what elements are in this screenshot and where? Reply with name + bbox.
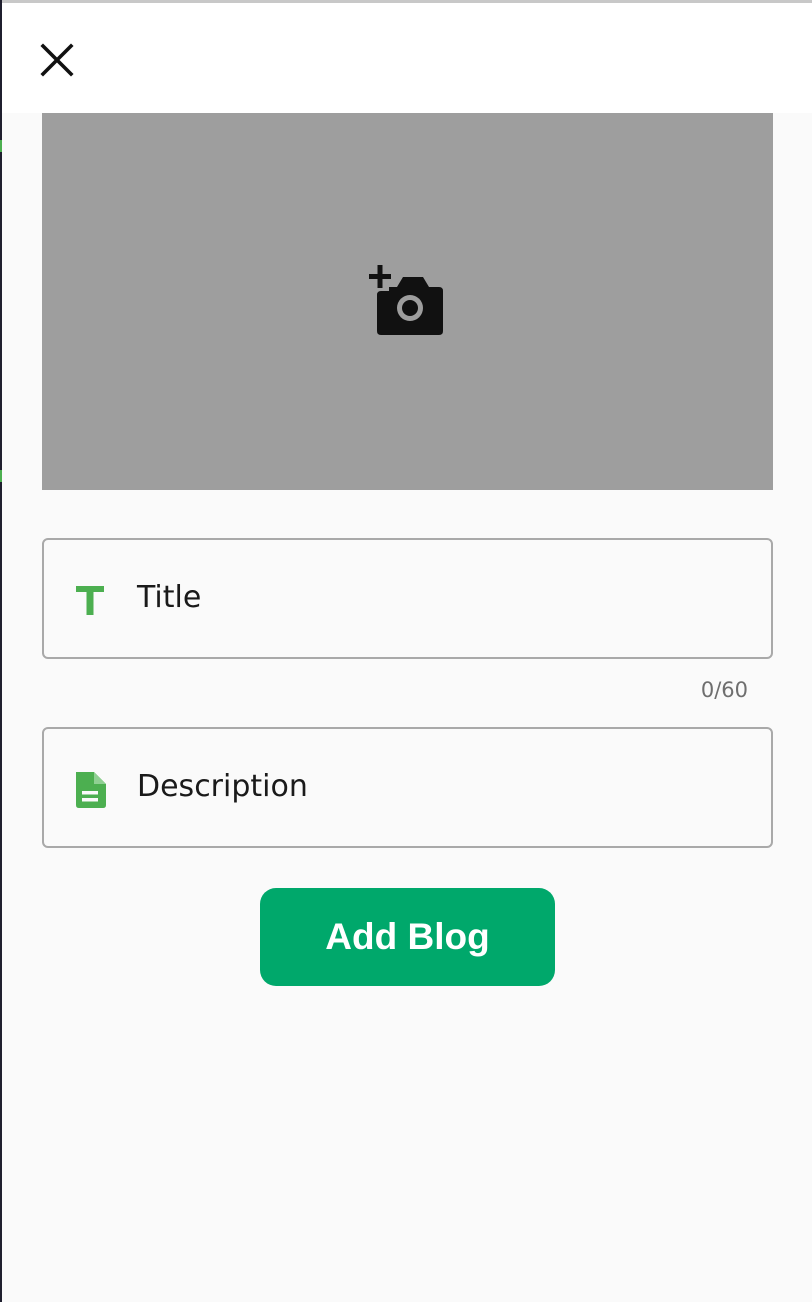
title-field[interactable]: Title: [42, 538, 773, 659]
text-title-icon: [76, 586, 104, 615]
dialog-header: [2, 3, 812, 113]
title-char-counter: 0/60: [700, 678, 748, 702]
add-blog-button[interactable]: Add Blog: [260, 888, 555, 986]
description-label: Description: [137, 769, 308, 804]
app-frame: Title 0/60 Description Add Blog: [0, 0, 812, 1302]
document-icon: [76, 772, 106, 808]
description-field[interactable]: Description: [42, 727, 773, 848]
close-icon: [40, 43, 74, 77]
add-photo-camera-icon: [369, 265, 443, 335]
title-label: Title: [137, 580, 202, 615]
close-button[interactable]: [38, 41, 76, 79]
add-blog-dialog: Title 0/60 Description Add Blog: [2, 0, 812, 1302]
image-upload-area[interactable]: [42, 113, 773, 490]
